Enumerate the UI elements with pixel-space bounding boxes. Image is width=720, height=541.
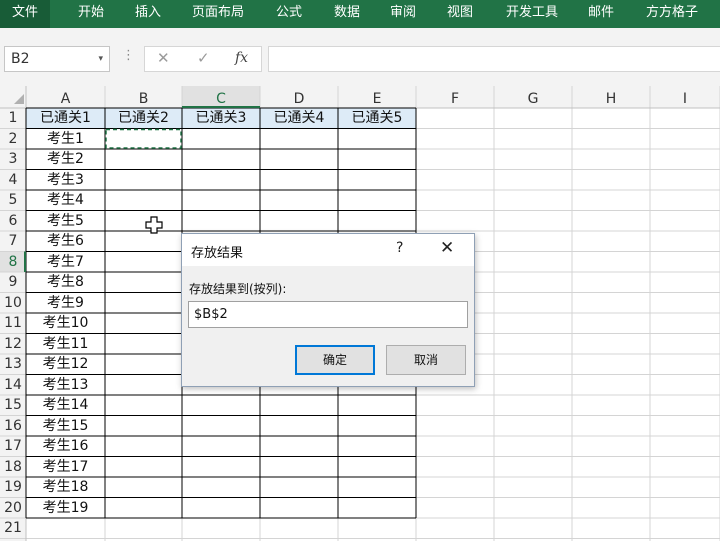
copy-selection-marquee [105,128,182,149]
formula-buttons: ✕ ✓ fx [144,46,262,72]
tab-formulas[interactable]: 公式 [268,0,310,28]
tab-developer[interactable]: 开发工具 [500,0,564,28]
header-cell[interactable]: 已通关2 [105,108,182,129]
row-header-5[interactable]: 5 [0,190,26,211]
tab-file[interactable]: 文件 [0,0,50,28]
row-header-21[interactable]: 21 [0,518,26,539]
ribbon-tab-bar: 文件 开始 插入 页面布局 公式 数据 审阅 视图 开发工具 邮件 方方格子 [0,0,720,28]
result-range-input[interactable]: $B$2 [188,301,468,328]
examinee-cell[interactable]: 考生11 [26,334,105,355]
name-box-value: B2 [11,51,30,67]
cancel-button[interactable]: 取消 [386,345,466,375]
examinee-cell[interactable]: 考生6 [26,231,105,252]
col-header-d[interactable]: D [260,90,338,108]
examinee-cell[interactable]: 考生15 [26,416,105,437]
header-cell[interactable]: 已通关5 [338,108,416,129]
dialog-field-label: 存放结果到(按列): [189,282,287,296]
col-header-i[interactable]: I [650,90,720,108]
row-header-1[interactable]: 1 [0,108,26,129]
row-header-11[interactable]: 11 [0,313,26,334]
cancel-entry-icon[interactable]: ✕ [157,49,170,67]
ok-button[interactable]: 确定 [295,345,375,375]
row-header-3[interactable]: 3 [0,149,26,170]
col-header-c[interactable]: C [182,90,260,108]
tab-mailings[interactable]: 邮件 [580,0,622,28]
formula-input[interactable] [268,46,720,72]
col-header-b[interactable]: B [105,90,182,108]
insert-function-icon[interactable]: fx [235,50,248,66]
examinee-cell[interactable]: 考生10 [26,313,105,334]
row-header-12[interactable]: 12 [0,334,26,355]
examinee-cell[interactable]: 考生5 [26,211,105,232]
row-header-4[interactable]: 4 [0,170,26,191]
row-header-17[interactable]: 17 [0,436,26,457]
examinee-cell[interactable]: 考生18 [26,477,105,498]
col-header-e[interactable]: E [338,90,416,108]
col-header-f[interactable]: F [416,90,494,108]
examinee-cell[interactable]: 考生19 [26,498,105,519]
examinee-cell[interactable]: 考生12 [26,354,105,375]
header-cell[interactable]: 已通关4 [260,108,338,129]
examinee-cell[interactable]: 考生8 [26,272,105,293]
row-header-16[interactable]: 16 [0,416,26,437]
row-header-15[interactable]: 15 [0,395,26,416]
row-header-9[interactable]: 9 [0,272,26,293]
row-header-6[interactable]: 6 [0,211,26,232]
col-header-g[interactable]: G [494,90,572,108]
row-header-13[interactable]: 13 [0,354,26,375]
examinee-cell[interactable]: 考生2 [26,149,105,170]
examinee-cell[interactable]: 考生1 [26,129,105,150]
examinee-cell[interactable]: 考生7 [26,252,105,273]
row-header-10[interactable]: 10 [0,293,26,314]
row-header-8[interactable]: 8 [0,252,26,273]
examinee-cell[interactable]: 考生3 [26,170,105,191]
tab-view[interactable]: 视图 [439,0,481,28]
formula-bar-area: B2 ▾ ⋮ ✕ ✓ fx [0,28,720,86]
name-box[interactable]: B2 ▾ [4,46,110,72]
examinee-cell[interactable]: 考生9 [26,293,105,314]
examinee-cell[interactable]: 考生13 [26,375,105,396]
tab-review[interactable]: 审阅 [382,0,424,28]
row-header-18[interactable]: 18 [0,457,26,478]
tab-home[interactable]: 开始 [70,0,112,28]
tab-page-layout[interactable]: 页面布局 [186,0,250,28]
header-cell[interactable]: 已通关1 [26,108,105,129]
examinee-cell[interactable]: 考生14 [26,395,105,416]
examinee-cell[interactable]: 考生4 [26,190,105,211]
row-header-19[interactable]: 19 [0,477,26,498]
tab-fangfang-gezi[interactable]: 方方格子 [640,0,704,28]
row-header-20[interactable]: 20 [0,498,26,519]
tab-insert[interactable]: 插入 [127,0,169,28]
drag-handle-icon[interactable]: ⋮ [122,48,135,63]
row-header-7[interactable]: 7 [0,231,26,252]
examinee-cell[interactable]: 考生16 [26,436,105,457]
confirm-entry-icon[interactable]: ✓ [197,49,210,67]
header-cell[interactable]: 已通关3 [182,108,260,129]
examinee-cell[interactable]: 考生17 [26,457,105,478]
col-header-h[interactable]: H [572,90,650,108]
col-header-a[interactable]: A [26,90,105,108]
chevron-down-icon[interactable]: ▾ [98,47,103,71]
help-icon[interactable]: ? [396,240,403,256]
store-result-dialog: 存放结果 ? ✕ 存放结果到(按列): $B$2 确定 取消 [181,233,475,387]
row-header-14[interactable]: 14 [0,375,26,396]
row-header-2[interactable]: 2 [0,129,26,150]
dialog-title: 存放结果 [191,246,244,261]
dialog-title-bar[interactable]: 存放结果 ? ✕ [182,234,474,266]
tab-data[interactable]: 数据 [326,0,368,28]
close-icon[interactable]: ✕ [440,238,454,258]
